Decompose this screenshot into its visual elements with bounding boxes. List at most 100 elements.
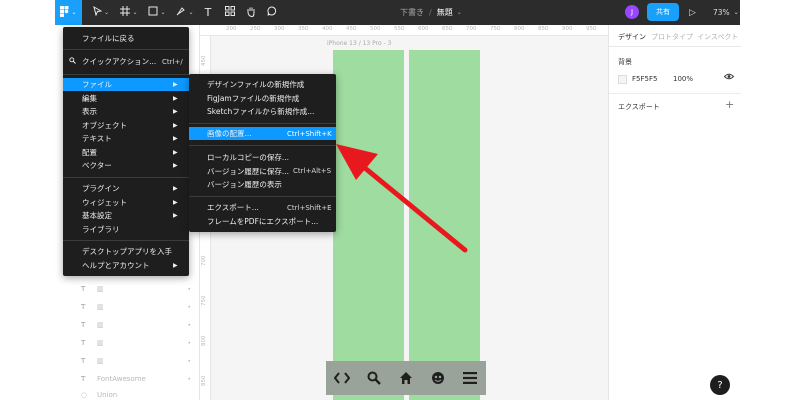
layer-item-union[interactable]: ◌ Union (81, 389, 191, 400)
submenu-item-new-design-file[interactable]: デザインファイルの新規作成 (189, 78, 336, 91)
shape-tool-button[interactable]: ⌄ (145, 0, 169, 25)
zoom-dropdown[interactable]: 73% ⌄ (713, 0, 739, 25)
home-icon (394, 366, 418, 390)
chevron-right-icon: ▶ (173, 185, 178, 192)
layer-name: Union (97, 391, 118, 399)
tab-prototype[interactable]: プロトタイプ (651, 32, 693, 42)
chevron-down-icon: ⌄ (71, 9, 77, 16)
chevron-down-icon: ⌄ (103, 9, 110, 16)
hand-tool-button[interactable] (243, 0, 259, 25)
menu-item-edit[interactable]: 編集 ▶ (63, 92, 189, 105)
menu-item-vector[interactable]: ベクター ▶ (63, 159, 189, 172)
chevron-down-icon: ⌄ (456, 9, 462, 16)
main-menu: ファイルに戻る クイックアクション... Ctrl+/ ファイル ▶ 編集 ▶ … (63, 27, 189, 276)
chevron-right-icon: ▶ (173, 261, 178, 269)
layer-glyph-icon: ▥ (97, 321, 104, 329)
chevron-down-icon: ⌄ (132, 9, 138, 16)
comment-tool-button[interactable] (264, 0, 280, 25)
resources-button[interactable] (222, 0, 238, 25)
play-icon: ▷ (689, 7, 696, 18)
pen-tool-button[interactable]: ⌄ (173, 0, 197, 25)
avatar[interactable]: J (625, 5, 639, 19)
tab-design[interactable]: デザイン (618, 32, 646, 42)
frame-label[interactable]: iPhone 13 / 13 Pro - 3 (327, 40, 392, 47)
code-icon (330, 366, 354, 390)
help-button[interactable]: ? (710, 375, 730, 395)
menu-item-quick-actions[interactable]: クイックアクション... Ctrl+/ (63, 55, 189, 68)
export-section-title: エクスポート (618, 103, 660, 111)
menu-item-get-desktop-app[interactable]: デスクトップアプリを入手 (63, 245, 189, 258)
text-layer-icon: T (81, 285, 86, 293)
main-menu-button[interactable]: ⌄ (55, 0, 82, 25)
menu-item-plugins[interactable]: プラグイン ▶ (63, 182, 189, 195)
layer-item[interactable]: T ▥ • (81, 319, 191, 331)
comment-tool-icon (267, 6, 277, 19)
chevron-down-icon: ⌄ (188, 9, 194, 16)
eye-icon[interactable] (723, 73, 735, 82)
layer-item[interactable]: T ▥ • (81, 283, 191, 295)
zoom-level: 73% (713, 8, 730, 17)
tab-inspect[interactable]: インスペクト (697, 32, 738, 42)
green-column-right[interactable] (409, 50, 480, 400)
menu-item-arrange[interactable]: 配置 ▶ (63, 146, 189, 159)
text-tool-icon: T (204, 6, 212, 19)
chevron-right-icon: ▶ (173, 94, 178, 102)
submenu-item-save-local-copy[interactable]: ローカルコピーの保存... (189, 151, 336, 164)
chevron-right-icon: ▶ (173, 81, 178, 88)
submenu-item-export[interactable]: エクスポート... Ctrl+Shift+E (189, 201, 336, 214)
submenu-item-save-to-version-history[interactable]: バージョン履歴に保存... Ctrl+Alt+S (189, 165, 336, 178)
frame-tool-icon (120, 6, 131, 19)
green-column-left[interactable] (333, 50, 404, 400)
file-submenu: デザインファイルの新規作成 FigJamファイルの新規作成 Sketchファイル… (189, 74, 336, 232)
menu-item-preferences[interactable]: 基本設定 ▶ (63, 209, 189, 222)
text-tool-button[interactable]: T (200, 0, 216, 25)
text-layer-icon: T (81, 303, 86, 311)
move-tool-button[interactable]: ⌄ (89, 0, 113, 25)
chevron-right-icon: ▶ (173, 135, 178, 142)
submenu-item-place-image[interactable]: 画像の配置... Ctrl+Shift+K (189, 127, 336, 140)
text-layer-icon: T (81, 339, 86, 347)
menu-item-libraries[interactable]: ライブラリ (63, 223, 189, 236)
add-export-icon[interactable]: + (725, 98, 734, 111)
present-button[interactable]: ▷ (689, 0, 696, 25)
chevron-right-icon: ▶ (173, 198, 178, 206)
menu-item-widgets[interactable]: ウィジェット ▶ (63, 196, 189, 209)
background-opacity-input[interactable]: 100% (673, 75, 693, 83)
layer-item[interactable]: T ▥ • (81, 355, 191, 367)
layer-item[interactable]: T ▥ • (81, 337, 191, 349)
submenu-item-new-figjam-file[interactable]: FigJamファイルの新規作成 (189, 92, 336, 105)
breadcrumb-drafts[interactable]: 下書き (400, 7, 424, 18)
submenu-item-show-version-history[interactable]: バージョン履歴の表示 (189, 178, 336, 191)
chevron-down-icon: ⌄ (733, 9, 739, 16)
resources-icon (225, 6, 235, 19)
text-layer-icon: T (81, 375, 86, 383)
frame-tool-button[interactable]: ⌄ (117, 0, 141, 25)
submenu-item-export-frames-to-pdf[interactable]: フレームをPDFにエクスポート... (189, 215, 336, 228)
background-section-title: 背景 (618, 58, 632, 66)
menu-item-object[interactable]: オブジェクト ▶ (63, 119, 189, 132)
background-color-swatch[interactable] (618, 75, 627, 84)
menu-item-text[interactable]: テキスト ▶ (63, 132, 189, 145)
share-button[interactable]: 共有 (647, 3, 679, 21)
layer-name: FontAwesome (97, 375, 146, 383)
chevron-right-icon: ▶ (173, 108, 178, 115)
ruler-top: 200 250 300 350 400 450 500 550 600 650 … (200, 25, 608, 36)
menu-item-help-and-account[interactable]: ヘルプとアカウント ▶ (63, 259, 189, 272)
breadcrumb-separator: / (429, 8, 432, 17)
file-name[interactable]: 無題 (437, 7, 453, 18)
layer-item-fontawesome[interactable]: T FontAwesome • (81, 373, 191, 385)
bottom-nav-bar[interactable] (326, 361, 486, 395)
text-layer-icon: T (81, 321, 86, 329)
chevron-right-icon: ▶ (173, 212, 178, 219)
menu-item-back-to-files[interactable]: ファイルに戻る (63, 32, 189, 45)
properties-panel: デザイン プロトタイプ インスペクト 背景 F5F5F5 100% エクスポート… (608, 25, 741, 400)
file-title[interactable]: 下書き / 無題 ⌄ (400, 0, 462, 25)
figma-logo-icon (60, 5, 69, 20)
submenu-item-new-from-sketch[interactable]: Sketchファイルから新規作成... (189, 105, 336, 118)
layer-item[interactable]: T ▥ • (81, 301, 191, 313)
menu-item-view[interactable]: 表示 ▶ (63, 105, 189, 118)
search-icon (69, 57, 76, 66)
background-hex-input[interactable]: F5F5F5 (632, 75, 657, 83)
layer-glyph-icon: ▥ (97, 357, 104, 365)
menu-item-file[interactable]: ファイル ▶ (63, 78, 189, 91)
